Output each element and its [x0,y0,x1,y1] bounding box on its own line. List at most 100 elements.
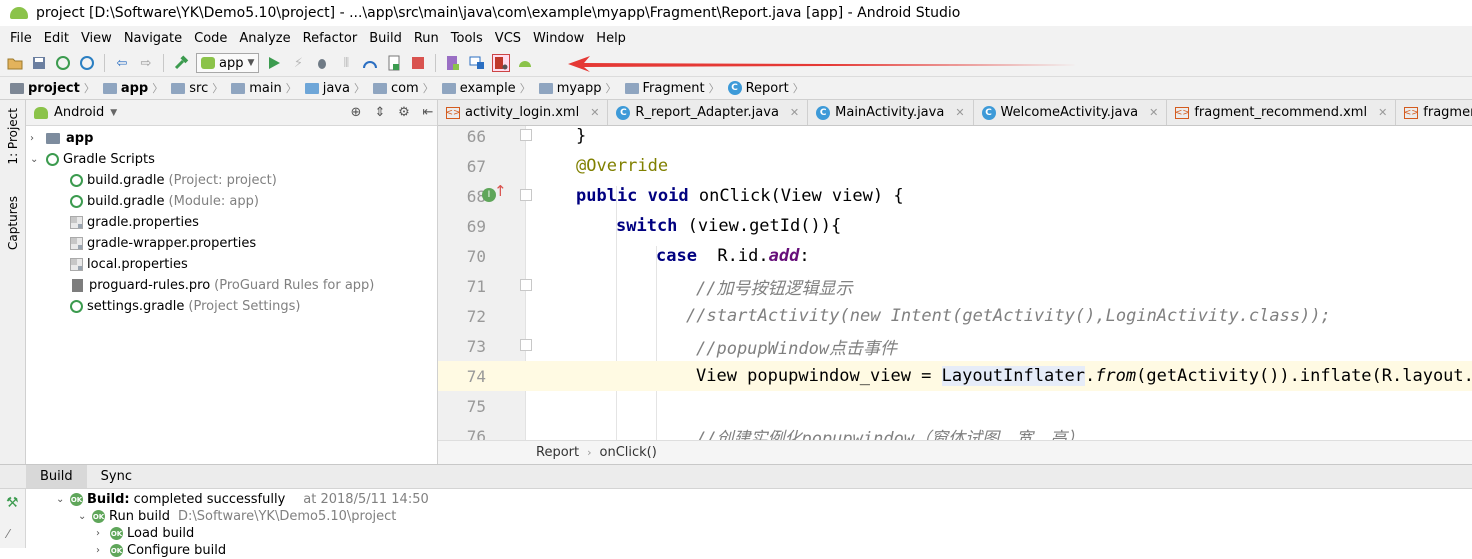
breadcrumb-item-src[interactable]: src 〉 [169,80,229,96]
tab-activity-login-xml[interactable]: <> activity_login.xml ✕ [438,100,609,125]
tree-item-build-gradle-module[interactable]: build.gradle (Module: app) [26,191,437,212]
tab-welcome-activity-java[interactable]: C WelcomeActivity.java ✕ [974,100,1168,125]
tree-item-gradle-scripts[interactable]: ⌄ Gradle Scripts [26,149,437,170]
attach-debugger-icon[interactable]: ⫴ [337,54,355,72]
tree-item-local-properties[interactable]: local.properties [26,254,437,275]
menu-view[interactable]: View [75,31,118,46]
scroll-from-source-icon[interactable]: ⊕ [347,104,365,122]
menu-analyze[interactable]: Analyze [233,31,296,46]
run-icon[interactable] [265,54,283,72]
build-status-row[interactable]: ⌄ OK Build: completed successfully at 20… [56,491,429,508]
apply-changes-icon[interactable]: ⚡ [289,54,307,72]
chevron-right-icon: 〉 [152,82,164,95]
close-icon[interactable]: ✕ [955,106,964,119]
back-arrow-icon[interactable]: ⇦ [113,54,131,72]
fold-marker-icon[interactable] [520,279,532,291]
menu-navigate[interactable]: Navigate [118,31,188,46]
captures-tool-tab[interactable]: Captures [6,196,20,250]
toggle-view-icon[interactable]: ⁄ [7,527,9,541]
device-monitor-icon[interactable] [492,54,511,72]
menu-file[interactable]: File [4,31,38,46]
menu-help[interactable]: Help [590,31,632,46]
tree-item-label: proguard-rules.pro [89,278,211,293]
menu-vcs[interactable]: VCS [489,31,527,46]
close-icon[interactable]: ✕ [1378,106,1387,119]
breadcrumb-item-app[interactable]: app 〉 [101,80,169,96]
hide-panel-icon[interactable]: ⇤ [419,104,437,122]
project-tool-tab[interactable]: 1: Project [6,108,20,165]
breadcrumb-item-fragment[interactable]: Fragment 〉 [623,80,726,96]
code-editor[interactable]: 66} 67 @Override 68 public void onClick(Vi… [438,126,1472,440]
sync-gradle-icon[interactable] [78,54,96,72]
open-folder-icon[interactable] [6,54,24,72]
menu-build[interactable]: Build [363,31,408,46]
tab-build[interactable]: Build [26,465,87,488]
avd-manager-icon[interactable] [444,54,462,72]
class-icon: C [727,81,742,95]
tab-fragment-report-xml[interactable]: <>fragment_report.xml✕ [1396,100,1472,125]
apply-code-changes-icon[interactable] [385,54,403,72]
success-icon: OK [110,527,123,540]
tab-label: activity_login.xml [465,105,580,120]
close-icon[interactable]: ✕ [790,106,799,119]
breadcrumb-item-java[interactable]: java 〉 [303,80,371,96]
chevron-down-icon: ⌄ [30,154,39,165]
breadcrumb-label: myapp [556,80,602,96]
fold-marker-icon[interactable] [520,339,532,351]
overrides-up-arrow-icon[interactable]: ↑ [494,182,507,200]
load-build-row[interactable]: › OK Load build [96,525,194,542]
menu-refactor[interactable]: Refactor [297,31,364,46]
android-icon[interactable] [516,54,534,72]
breadcrumb-item-example[interactable]: example 〉 [440,80,537,96]
tree-item-gradle-wrapper-properties[interactable]: gradle-wrapper.properties [26,233,437,254]
tree-item-settings-gradle[interactable]: settings.gradle (Project Settings) [26,296,437,317]
close-icon[interactable]: ✕ [590,106,599,119]
tree-item-build-gradle-project[interactable]: build.gradle (Project: project) [26,170,437,191]
fold-marker-icon[interactable] [520,189,532,201]
save-all-icon[interactable] [30,54,48,72]
project-view-select[interactable]: Android [54,105,104,120]
editor-breadcrumb-class[interactable]: Report [536,445,579,460]
profile-icon[interactable] [361,54,379,72]
menu-run[interactable]: Run [408,31,445,46]
breadcrumb-item-main[interactable]: main 〉 [229,80,302,96]
code-line: 75 [438,391,1472,421]
settings-gear-icon[interactable]: ⚙ [395,104,413,122]
configure-build-row[interactable]: › OK Configure build [96,542,226,559]
sdk-manager-icon[interactable] [468,54,486,72]
forward-arrow-icon[interactable]: ⇨ [137,54,155,72]
menu-tools[interactable]: Tools [445,31,489,46]
run-build-row[interactable]: ⌄ OK Run build D:\Software\YK\Demo5.10\p… [78,508,396,525]
breadcrumb-item-project[interactable]: project 〉 [8,80,101,96]
breadcrumb-item-com[interactable]: com 〉 [371,80,440,96]
fold-marker-icon[interactable] [520,129,532,141]
sync-icon[interactable] [54,54,72,72]
breadcrumb-item-myapp[interactable]: myapp 〉 [537,80,623,96]
chevron-right-icon: 〉 [792,82,804,95]
stop-icon[interactable] [409,54,427,72]
tree-item-proguard-rules[interactable]: proguard-rules.pro (ProGuard Rules for ap… [26,275,437,296]
make-project-hammer-icon[interactable] [172,54,190,72]
editor-breadcrumb-method[interactable]: onClick() [600,445,657,460]
tree-item-gradle-properties[interactable]: gradle.properties [26,212,437,233]
success-icon: OK [70,493,83,506]
code-text: View popupwindow_view = LayoutInflater.f… [696,366,1472,386]
run-config-select[interactable]: app ▼ [196,53,260,73]
tree-item-app[interactable]: › app [26,128,437,149]
rebuild-hammer-icon[interactable]: ⚒ [6,495,19,511]
tab-r-report-adapter-java[interactable]: C R_report_Adapter.java ✕ [608,100,809,125]
debug-icon[interactable] [313,54,331,72]
breadcrumb-item-report[interactable]: C Report 〉 [726,80,810,96]
menu-code[interactable]: Code [188,31,233,46]
tab-fragment-recommend-xml[interactable]: <> fragment_recommend.xml ✕ [1167,100,1397,125]
close-icon[interactable]: ✕ [1149,106,1158,119]
run-build-label: Run build [109,509,171,524]
menu-window[interactable]: Window [527,31,590,46]
menu-edit[interactable]: Edit [38,31,75,46]
chevron-down-icon[interactable]: ▼ [110,108,117,118]
gradle-icon [70,195,83,208]
tab-main-activity-java[interactable]: C MainActivity.java ✕ [808,100,974,125]
tree-item-label: build.gradle [87,173,165,188]
collapse-all-icon[interactable]: ⇕ [371,104,389,122]
tab-sync[interactable]: Sync [87,465,146,488]
